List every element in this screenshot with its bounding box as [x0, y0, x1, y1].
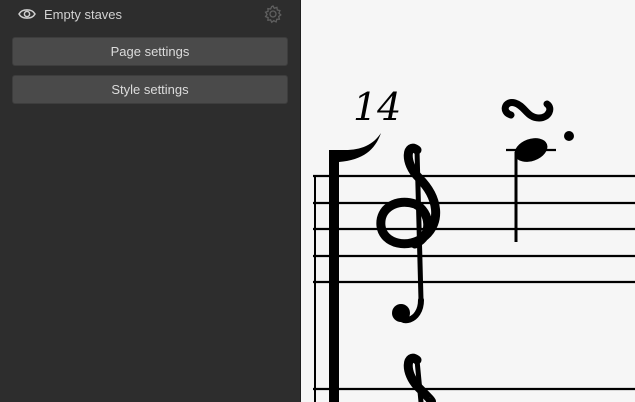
treble-clef — [376, 143, 441, 324]
treble-clef-lower — [403, 353, 436, 402]
empty-staves-row[interactable]: Empty staves — [0, 0, 301, 30]
augmentation-dot — [564, 131, 574, 141]
page-settings-button[interactable]: Page settings — [12, 37, 288, 66]
style-settings-button[interactable]: Style settings — [12, 75, 288, 104]
clef-ball — [392, 304, 410, 322]
gear-icon[interactable] — [263, 4, 283, 24]
properties-panel: Empty staves Page settings Style setting… — [0, 0, 301, 402]
staff-upper — [313, 174, 635, 284]
bracket — [329, 133, 381, 402]
empty-staves-label: Empty staves — [44, 7, 123, 22]
turn-ornament — [501, 99, 554, 122]
eye-icon[interactable] — [18, 7, 36, 21]
score-view[interactable]: 14 — [301, 0, 635, 402]
measure-number: 14 — [353, 85, 401, 129]
